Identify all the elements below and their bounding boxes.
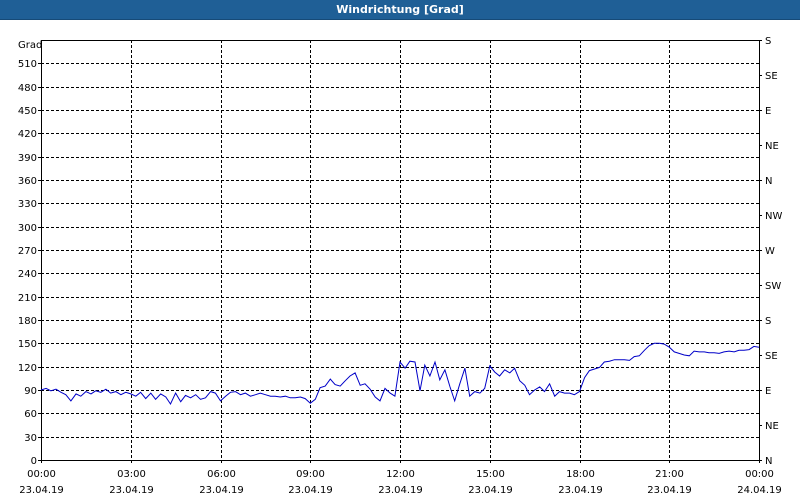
- grid-layer: [41, 40, 759, 460]
- x-tick-time: 00:00: [27, 469, 56, 480]
- compass-label: N: [765, 176, 772, 187]
- compass-label: SE: [765, 71, 778, 82]
- y-tick-label: 30: [24, 433, 37, 444]
- x-tick-time: 18:00: [566, 469, 595, 480]
- y-tick-label: 390: [18, 153, 37, 164]
- x-tick-time: 21:00: [655, 469, 684, 480]
- y-tick-label: 510: [18, 59, 37, 70]
- y-tick-label: 150: [18, 339, 37, 350]
- compass-label: NW: [765, 211, 782, 222]
- x-tick-time: 15:00: [476, 469, 505, 480]
- x-tick-date: 23.04.19: [558, 485, 603, 496]
- compass-label: SE: [765, 351, 778, 362]
- compass-label: NE: [765, 141, 779, 152]
- y-tick-label: 240: [18, 269, 37, 280]
- compass-label: NE: [765, 421, 779, 432]
- wind-direction-chart: 0 30 60 90 120 150 180 210 240 270 300 330 360 390 420…: [18, 36, 783, 496]
- y-tick-label: 120: [18, 363, 37, 374]
- compass-label: S: [765, 316, 771, 327]
- right-axis: N NE E SE S SW W NW N NE E SE S: [759, 36, 782, 467]
- y-tick-label: 480: [18, 83, 37, 94]
- compass-label: E: [765, 386, 771, 397]
- compass-label: S: [765, 36, 771, 47]
- compass-label: N: [765, 456, 772, 467]
- y-tick-label: 420: [18, 129, 37, 140]
- y-tick-label: 0: [31, 456, 37, 467]
- x-tick-date: 23.04.19: [199, 485, 244, 496]
- y-axis-label: Grad: [18, 40, 42, 51]
- y-tick-label: 300: [18, 223, 37, 234]
- x-tick-time: 03:00: [117, 469, 146, 480]
- compass-label: E: [765, 106, 771, 117]
- y-tick-label: 180: [18, 316, 37, 327]
- x-tick-date: 23.04.19: [109, 485, 154, 496]
- y-tick-label: 360: [18, 176, 37, 187]
- x-tick-date: 24.04.19: [737, 485, 782, 496]
- y-tick-label: 270: [18, 246, 37, 257]
- compass-label: SW: [765, 281, 781, 292]
- y-tick-label: 210: [18, 293, 37, 304]
- x-tick-time: 06:00: [207, 469, 236, 480]
- bottom-axis: 00:00 23.04.19 03:00 23.04.19 06:00 23.04.19 0…: [19, 460, 782, 496]
- x-tick-time: 12:00: [386, 469, 415, 480]
- x-tick-date: 23.04.19: [19, 485, 64, 496]
- x-tick-date: 23.04.19: [647, 485, 692, 496]
- y-tick-label: 90: [24, 386, 37, 397]
- x-tick-date: 23.04.19: [288, 485, 333, 496]
- x-tick-time: 09:00: [296, 469, 325, 480]
- x-tick-date: 23.04.19: [468, 485, 513, 496]
- left-axis: 0 30 60 90 120 150 180 210 240 270 300 330 360 390 420…: [18, 59, 41, 467]
- x-tick-time: 00:00: [745, 469, 774, 480]
- y-tick-label: 60: [24, 409, 37, 420]
- y-tick-label: 330: [18, 199, 37, 210]
- x-tick-date: 23.04.19: [378, 485, 423, 496]
- compass-label: W: [765, 246, 775, 257]
- y-tick-label: 450: [18, 106, 37, 117]
